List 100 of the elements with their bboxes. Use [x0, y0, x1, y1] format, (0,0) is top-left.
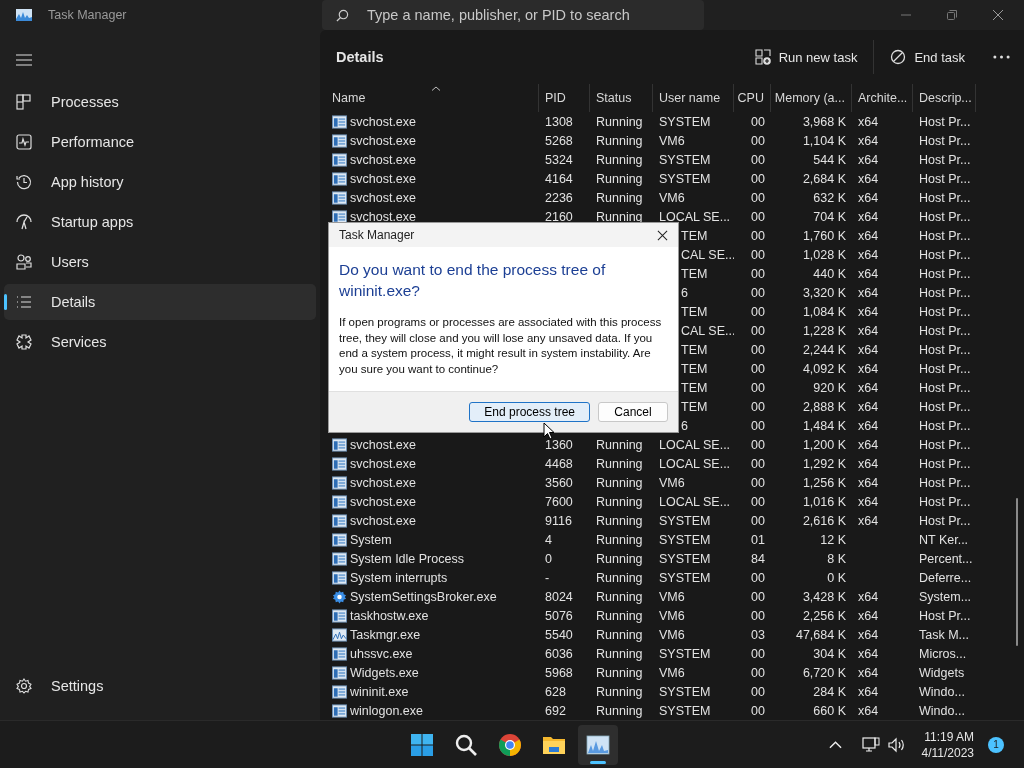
table-cell: Running [596, 494, 643, 509]
table-cell: Host Pr... [919, 513, 971, 528]
table-cell: TEM [681, 266, 708, 281]
table-cell: Running [596, 646, 643, 661]
sidebar-item[interactable]: App history [4, 164, 316, 200]
table-cell: VM6 [659, 475, 685, 490]
sidebar-item[interactable]: Details [4, 284, 316, 320]
column-header[interactable]: PID [539, 84, 590, 112]
table-cell: Running [596, 608, 643, 623]
window-icon [332, 152, 347, 167]
table-cell: 00 [751, 304, 765, 319]
table-cell: taskhostw.exe [350, 608, 429, 623]
table-cell: 6 [681, 285, 688, 300]
table-cell: svchost.exe [350, 152, 416, 167]
table-cell: 6,720 K [802, 665, 846, 680]
network-icon[interactable] [861, 736, 880, 753]
sidebar-item[interactable]: Users [4, 244, 316, 280]
search-icon [454, 732, 478, 757]
table-cell: 00 [751, 456, 765, 471]
table-cell: 00 [751, 703, 765, 718]
table-cell: Host Pr... [919, 608, 971, 623]
startup-icon [16, 214, 32, 230]
table-cell: 8 K [827, 551, 846, 566]
run-new-task-button[interactable]: Run new task [744, 43, 868, 71]
new-task-icon [754, 49, 771, 65]
column-header[interactable]: Name [326, 84, 539, 112]
table-cell: LOCAL SE... [659, 456, 731, 471]
search-field[interactable]: Type a name, publisher, or PID to search [322, 0, 704, 30]
close-icon[interactable] [657, 229, 668, 241]
table-cell: Host Pr... [919, 190, 971, 205]
restore-icon[interactable] [946, 9, 958, 21]
sidebar-item[interactable]: Performance [4, 124, 316, 160]
sidebar-item[interactable]: Services [4, 324, 316, 360]
table-cell: Host Pr... [919, 133, 971, 148]
table-cell: 5076 [545, 608, 573, 623]
table-cell: Running [596, 133, 643, 148]
column-header[interactable]: Memory (a... [771, 84, 852, 112]
column-header[interactable]: CPU [734, 84, 771, 112]
window-icon [332, 114, 347, 129]
table-cell: 6036 [545, 646, 573, 661]
clock-time[interactable]: 11:19 AM [924, 728, 974, 745]
close-icon[interactable] [992, 9, 1004, 21]
table-cell: VM6 [659, 589, 685, 604]
table-cell: winlogon.exe [350, 703, 423, 718]
window-icon [332, 646, 347, 661]
table-cell: TEM [681, 228, 708, 243]
dialog-title: Task Manager [339, 228, 415, 242]
table-cell: 3,968 K [802, 114, 846, 129]
window-icon [332, 684, 347, 699]
table-cell: 1,228 K [802, 323, 846, 338]
notification-badge[interactable]: 1 [988, 736, 1004, 753]
history-icon [16, 174, 32, 190]
table-cell: 00 [751, 190, 765, 205]
window-icon [332, 171, 347, 186]
taskbar-app[interactable] [578, 724, 618, 765]
table-cell: x64 [858, 456, 879, 471]
table-cell: Running [596, 703, 643, 718]
more-icon[interactable] [993, 55, 1010, 59]
table-cell: Windo... [919, 684, 965, 699]
table-cell: Host Pr... [919, 285, 971, 300]
table-cell: SYSTEM [659, 513, 711, 528]
table-cell: 284 K [813, 684, 846, 699]
column-header[interactable]: Status [590, 84, 653, 112]
table-cell: svchost.exe [350, 209, 416, 224]
table-cell: 692 [545, 703, 566, 718]
menu-icon[interactable] [16, 54, 32, 66]
table-cell: Running [596, 456, 643, 471]
window-icon [332, 190, 347, 205]
processes-icon [16, 94, 32, 110]
table-cell: Running [596, 551, 643, 566]
cancel-button[interactable]: Cancel [598, 402, 668, 422]
page-title: Details [336, 49, 384, 65]
table-cell: Running [596, 152, 643, 167]
sidebar-item[interactable]: Processes [4, 84, 316, 120]
chevron-up-icon[interactable] [828, 740, 842, 749]
table-cell: SYSTEM [659, 114, 711, 129]
table-cell: svchost.exe [350, 133, 416, 148]
table-cell: Running [596, 209, 643, 224]
table-cell: TEM [681, 361, 708, 376]
column-header[interactable]: User name [653, 84, 734, 112]
table-cell: SYSTEM [659, 684, 711, 699]
details-icon [16, 294, 32, 310]
settings-item[interactable]: Settings [4, 668, 316, 704]
column-header[interactable]: Descrip... [913, 84, 976, 112]
end-task-button[interactable]: End task [880, 43, 975, 71]
table-cell: 00 [751, 570, 765, 585]
table-cell: LOCAL SE... [659, 209, 731, 224]
table-cell: Host Pr... [919, 323, 971, 338]
dialog-heading: Do you want to end the process tree of wininit.exe? [339, 260, 607, 301]
table-cell: CAL SE... [681, 247, 734, 262]
column-header[interactable]: Archite... [852, 84, 913, 112]
table-cell: SYSTEM [659, 171, 711, 186]
table-cell: Host Pr... [919, 209, 971, 224]
table-cell: 00 [751, 589, 765, 604]
search-icon [336, 9, 349, 22]
volume-icon[interactable] [887, 736, 906, 753]
table-cell: Running [596, 114, 643, 129]
sidebar-item[interactable]: Startup apps [4, 204, 316, 240]
end-process-tree-button[interactable]: End process tree [469, 402, 590, 422]
clock-date[interactable]: 4/11/2023 [921, 744, 974, 761]
